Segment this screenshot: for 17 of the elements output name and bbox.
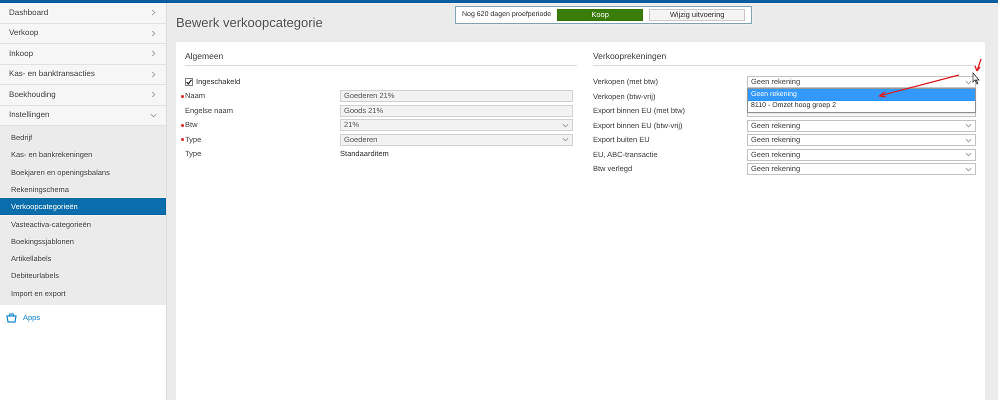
required-mark (181, 94, 184, 98)
page-title: Bewerk verkoopcategorie (176, 14, 323, 32)
section-title: Algemeen (185, 50, 577, 66)
sidebar-item[interactable]: Kas- en banktransacties (0, 64, 166, 85)
sidebar-item[interactable]: Dashboard (0, 3, 166, 24)
checkbox[interactable] (185, 78, 193, 86)
sidebar-item[interactable]: Verkoop (0, 24, 166, 44)
annotation-arrow (974, 58, 982, 72)
required-mark (181, 138, 184, 141)
sidebar-item[interactable]: Instellingen (0, 106, 166, 126)
basket-icon (6, 312, 17, 323)
required-mark (181, 124, 184, 126)
section-title: Verkooprekeningen (592, 50, 976, 66)
cursor-icon (972, 72, 980, 85)
sidebar-item[interactable]: Inkoop (0, 44, 166, 64)
sidebar-item[interactable]: Boekhouding (0, 85, 166, 106)
check-icon (186, 78, 192, 85)
